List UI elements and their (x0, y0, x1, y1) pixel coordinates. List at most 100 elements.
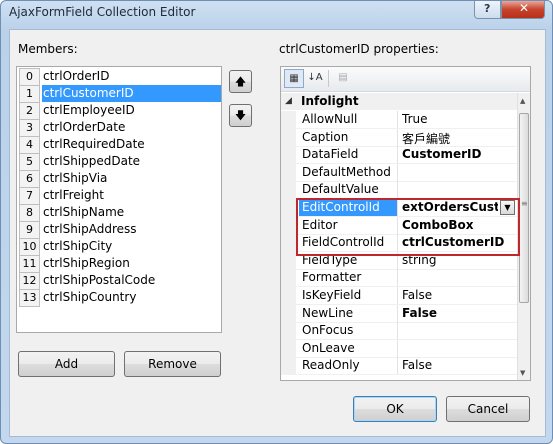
member-name: ctrlOrderID (43, 69, 110, 83)
member-item[interactable]: 0 ctrlOrderID (18, 68, 221, 86)
member-index: 12 (19, 272, 40, 290)
row-gutter (281, 357, 296, 375)
property-name: OnFocus (302, 323, 354, 338)
arrow-up-icon: 🡅 (234, 75, 247, 88)
column-divider[interactable] (397, 357, 398, 375)
member-index: 13 (19, 289, 40, 307)
column-divider[interactable] (397, 339, 398, 357)
property-pages-icon[interactable]: ▤ (333, 69, 353, 88)
property-row[interactable]: DefaultMethod (281, 163, 517, 182)
property-value[interactable]: True (402, 112, 515, 126)
member-item[interactable]: 7 ctrlFreight (18, 187, 221, 205)
column-divider[interactable] (397, 287, 398, 304)
members-label: Members: (18, 42, 78, 56)
property-row[interactable]: NewLine False (281, 304, 517, 323)
scroll-down-icon[interactable]: ▼ (520, 369, 525, 377)
collapse-icon[interactable]: ◢ (285, 96, 292, 106)
property-value[interactable]: 客戶編號 (402, 130, 515, 147)
member-index: 0 (19, 68, 40, 86)
close-icon: ✕ (519, 1, 530, 15)
property-row[interactable]: IsKeyField False (281, 287, 517, 305)
property-value[interactable]: False (402, 306, 515, 320)
column-divider[interactable] (397, 163, 398, 181)
title-bar: AjaxFormField Collection Editor ? ✕ (1, 1, 552, 27)
property-value[interactable]: False (402, 288, 515, 302)
ok-button[interactable]: OK (353, 396, 437, 422)
row-gutter (281, 251, 296, 269)
help-button[interactable]: ? (474, 1, 501, 19)
column-divider[interactable] (397, 128, 398, 146)
column-divider[interactable] (397, 322, 398, 340)
cancel-button[interactable]: Cancel (446, 396, 530, 422)
remove-button[interactable]: Remove (124, 351, 221, 377)
row-gutter (281, 287, 296, 304)
column-divider[interactable] (397, 181, 398, 199)
member-item[interactable]: 12 ctrlShipPostalCode (18, 272, 221, 290)
add-button[interactable]: Add (18, 351, 115, 377)
member-name: ctrlOrderDate (43, 120, 126, 134)
category-infolight[interactable]: ◢ Infolight (281, 93, 517, 110)
member-item[interactable]: 1 ctrlCustomerID (18, 85, 221, 103)
member-index: 2 (19, 102, 40, 120)
column-divider[interactable] (397, 269, 398, 287)
member-index: 8 (19, 204, 40, 222)
member-item[interactable]: 9 ctrlShipAddress (18, 221, 221, 239)
row-gutter (281, 216, 296, 234)
property-name: DataField (302, 147, 359, 162)
move-down-button[interactable]: 🡇 (229, 104, 252, 127)
member-item[interactable]: 8 ctrlShipName (18, 204, 221, 222)
row-gutter (281, 146, 296, 164)
member-name: ctrlRequiredDate (43, 137, 145, 151)
categorized-icon[interactable]: ▦ (284, 69, 304, 88)
arrow-down-icon: 🡇 (234, 109, 247, 122)
property-row[interactable]: OnLeave (281, 339, 517, 358)
member-item[interactable]: 10 ctrlShipCity (18, 238, 221, 256)
member-item[interactable]: 3 ctrlOrderDate (18, 119, 221, 137)
member-item[interactable]: 13 ctrlShipCountry (18, 289, 221, 307)
column-divider[interactable] (397, 304, 398, 322)
row-gutter (281, 199, 296, 216)
member-index: 7 (19, 187, 40, 205)
member-name: ctrlShippedDate (43, 154, 141, 168)
member-name: ctrlShipRegion (43, 256, 130, 270)
column-divider[interactable] (397, 146, 398, 164)
member-item[interactable]: 5 ctrlShippedDate (18, 153, 221, 171)
close-button[interactable]: ✕ (501, 1, 545, 19)
property-grid-toolbar: ▦ ↓A ▤ (281, 67, 530, 92)
member-index: 1 (19, 85, 40, 103)
property-row[interactable]: DataField CustomerID (281, 146, 517, 165)
row-gutter (281, 181, 296, 199)
member-index: 3 (19, 119, 40, 137)
column-divider[interactable] (397, 111, 398, 128)
member-item[interactable]: 4 ctrlRequiredDate (18, 136, 221, 154)
property-name: ReadOnly (302, 358, 360, 373)
member-item[interactable]: 6 ctrlShipVia (18, 170, 221, 188)
member-item[interactable]: 11 ctrlShipRegion (18, 255, 221, 273)
scroll-thumb[interactable]: ≡ (519, 113, 529, 303)
property-value[interactable]: CustomerID (402, 147, 515, 161)
members-list[interactable]: 0 ctrlOrderID 1 ctrlCustomerID 2 ctrlEmployee… (16, 66, 222, 333)
property-name: DefaultValue (302, 182, 379, 197)
member-name: ctrlShipAddress (43, 222, 137, 236)
property-name: IsKeyField (302, 288, 362, 302)
alphabetical-icon[interactable]: ↓A (305, 69, 325, 88)
member-name: ctrlShipCountry (43, 290, 137, 304)
property-row[interactable]: Caption 客戶編號 (281, 128, 517, 147)
help-icon: ? (484, 2, 491, 15)
member-item[interactable]: 2 ctrlEmployeeID (18, 102, 221, 120)
property-row[interactable]: DefaultValue (281, 181, 517, 200)
member-name: ctrlCustomerID (43, 86, 134, 100)
property-row[interactable]: Formatter (281, 269, 517, 288)
property-name: AllowNull (302, 112, 358, 126)
property-row[interactable]: AllowNull True (281, 111, 517, 129)
annotation-highlight-box (296, 198, 520, 256)
move-up-button[interactable]: 🡅 (229, 70, 252, 93)
property-row[interactable]: ReadOnly False (281, 357, 517, 376)
property-name: Caption (302, 129, 349, 144)
property-row[interactable]: OnFocus (281, 322, 517, 341)
member-index: 6 (19, 170, 40, 188)
toolbar-separator (328, 70, 329, 87)
property-value[interactable]: False (402, 358, 515, 372)
scroll-up-icon[interactable]: ▲ (520, 97, 525, 105)
member-name: ctrlShipCity (43, 239, 113, 253)
